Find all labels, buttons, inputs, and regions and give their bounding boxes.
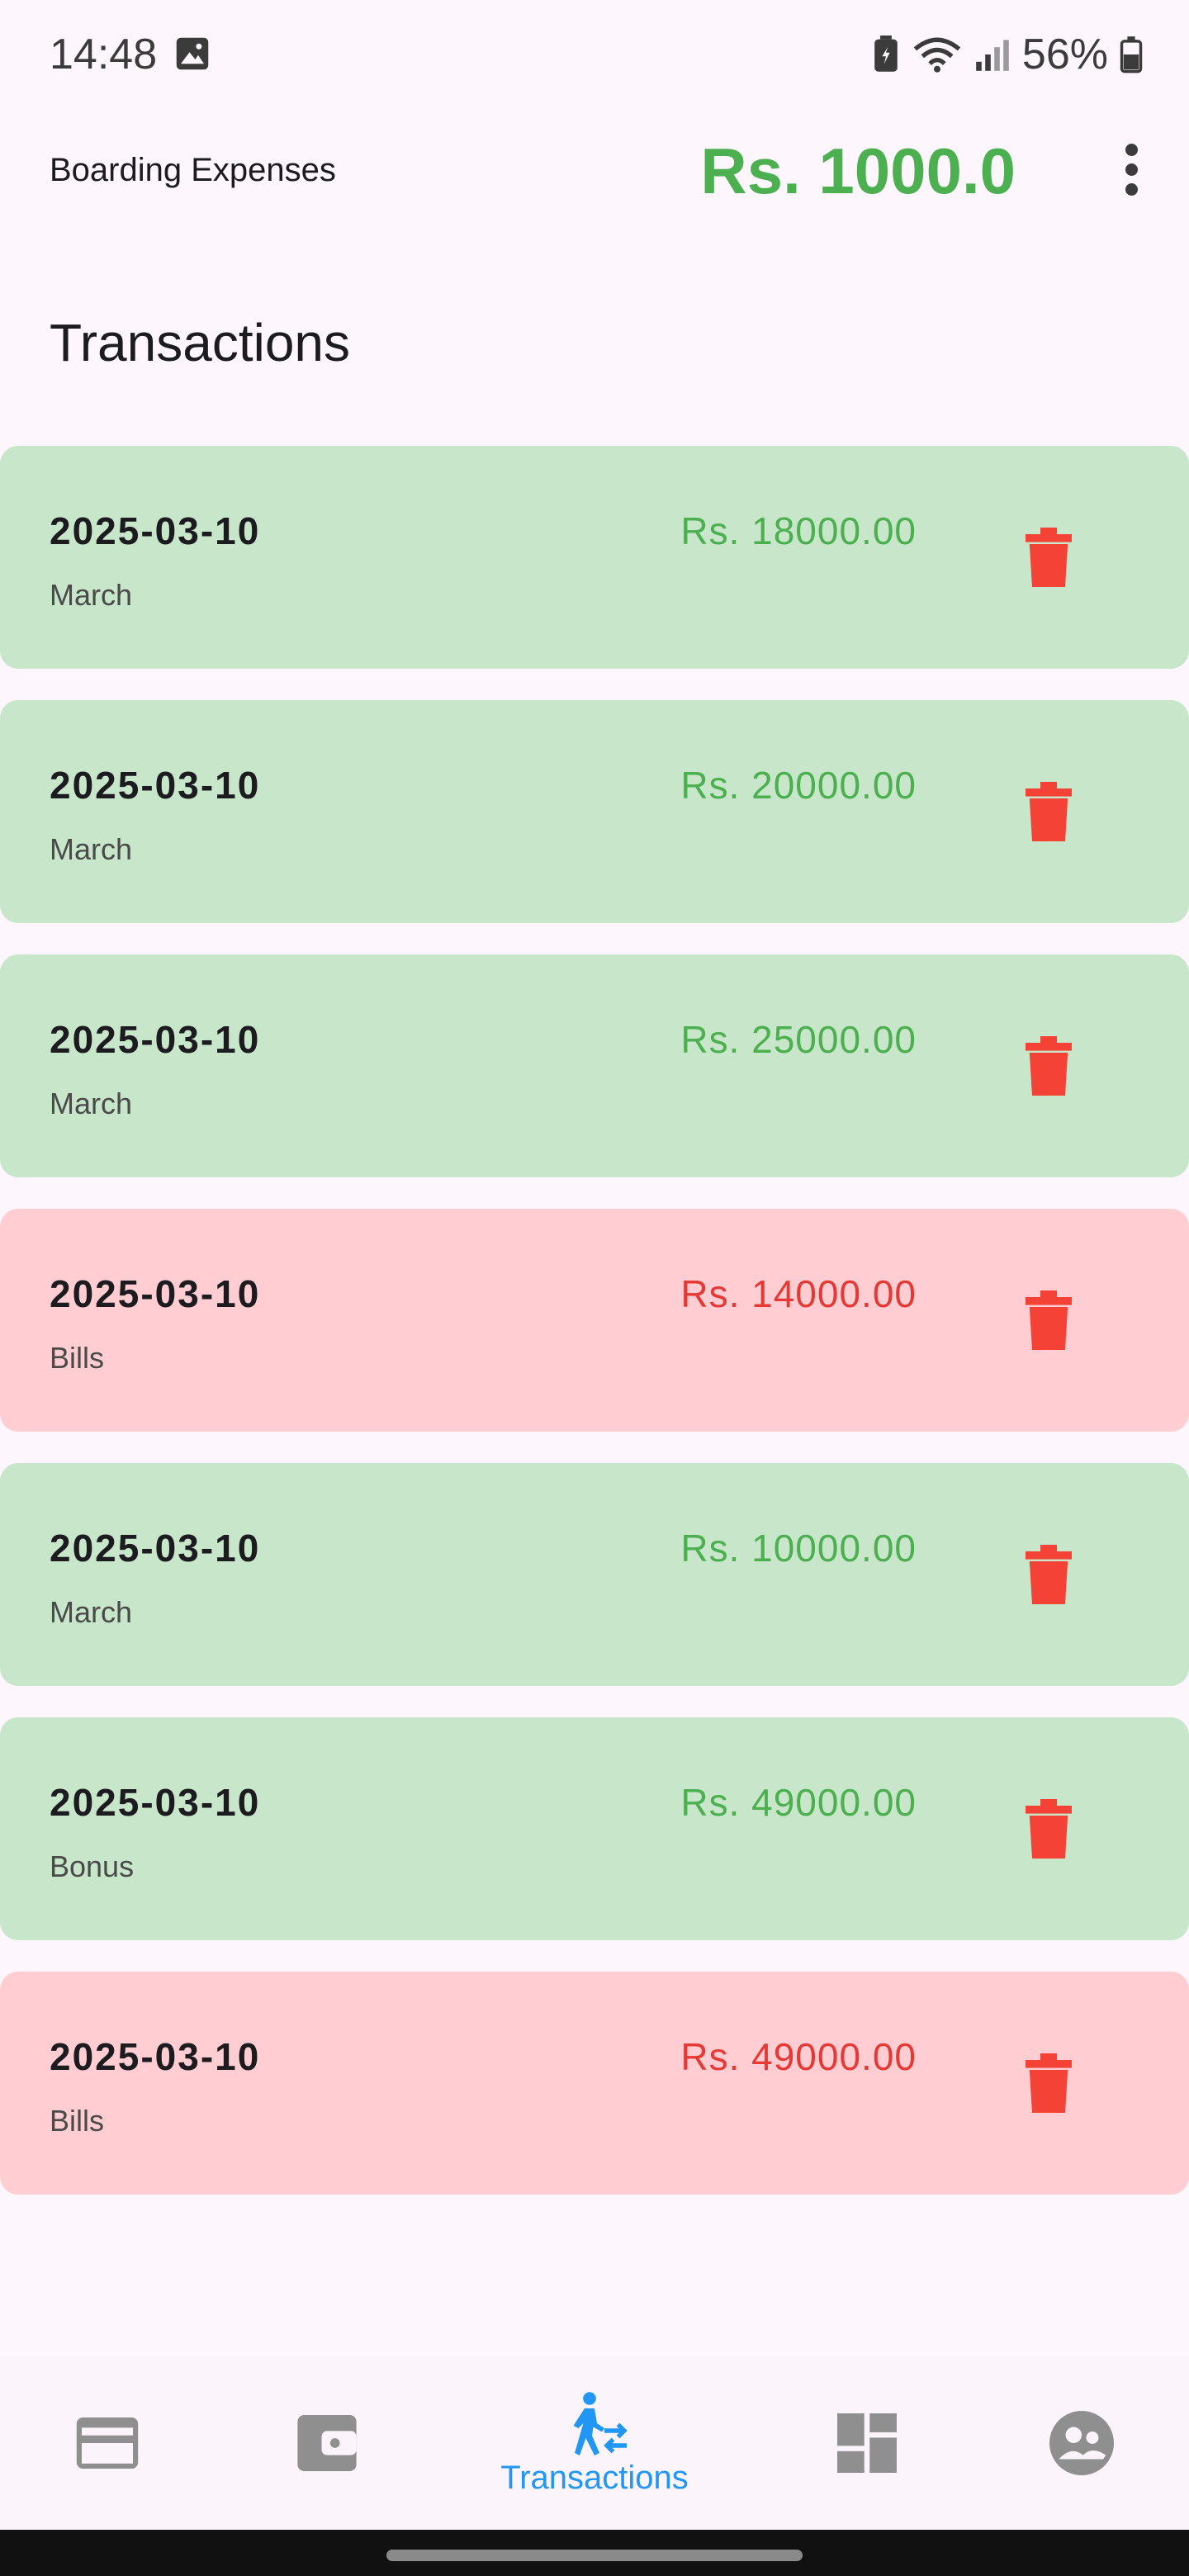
trash-icon xyxy=(1026,528,1072,587)
nav-item-transactions[interactable]: Transactions xyxy=(471,2356,718,2530)
transaction-date: 2025-03-10 xyxy=(50,509,261,552)
transaction-card[interactable]: 2025-03-10 Bonus Rs. 49000.00 xyxy=(0,1717,1189,1940)
transaction-amount: Rs. 14000.00 xyxy=(680,1272,917,1315)
transaction-list: 2025-03-10 March Rs. 18000.00 2025-03-10… xyxy=(0,446,1189,2226)
transaction-category: March xyxy=(50,578,133,612)
transactions-icon xyxy=(573,2391,628,2455)
transaction-category: Bills xyxy=(50,1341,105,1375)
delete-button[interactable] xyxy=(1016,1541,1082,1608)
app-bar: Boarding Expenses Rs. 1000.0 xyxy=(0,116,1189,223)
transaction-date: 2025-03-10 xyxy=(50,2035,261,2078)
credit-card-icon xyxy=(76,2417,139,2469)
more-options-button[interactable] xyxy=(1098,132,1164,206)
battery-icon xyxy=(1120,36,1143,73)
delete-button[interactable] xyxy=(1016,524,1082,590)
trash-icon xyxy=(1026,2053,1072,2113)
delete-button[interactable] xyxy=(1016,1796,1082,1862)
transaction-date: 2025-03-10 xyxy=(50,1018,261,1061)
transaction-amount: Rs. 49000.00 xyxy=(680,1781,917,1824)
delete-button[interactable] xyxy=(1016,779,1082,845)
transaction-card[interactable]: 2025-03-10 March Rs. 18000.00 xyxy=(0,446,1189,669)
trash-icon xyxy=(1026,1036,1072,1096)
transaction-amount: Rs. 10000.00 xyxy=(680,1527,917,1570)
delete-button[interactable] xyxy=(1016,1033,1082,1099)
transaction-category: Bills xyxy=(50,2104,105,2138)
nav-item-cards[interactable] xyxy=(50,2356,165,2530)
transaction-category: Bonus xyxy=(50,1849,135,1883)
transaction-date: 2025-03-10 xyxy=(50,1527,261,1570)
status-bar: 14:48 56% xyxy=(0,0,1189,112)
image-notification-icon xyxy=(176,37,209,70)
home-indicator[interactable] xyxy=(386,2550,803,2561)
battery-saver-icon xyxy=(874,36,898,72)
transaction-card[interactable]: 2025-03-10 March Rs. 20000.00 xyxy=(0,700,1189,923)
trash-icon xyxy=(1026,1545,1072,1604)
transaction-date: 2025-03-10 xyxy=(50,1781,261,1824)
transaction-date: 2025-03-10 xyxy=(50,1272,261,1315)
gesture-nav-area xyxy=(0,2530,1189,2576)
transaction-amount: Rs. 25000.00 xyxy=(680,1018,917,1061)
transaction-card[interactable]: 2025-03-10 Bills Rs. 49000.00 xyxy=(0,1972,1189,2195)
more-vert-icon xyxy=(1125,143,1138,156)
transaction-category: March xyxy=(50,1087,133,1120)
app-title: Boarding Expenses xyxy=(50,152,336,188)
wallet-icon xyxy=(297,2415,357,2471)
nav-item-dashboard[interactable] xyxy=(809,2356,925,2530)
trash-icon xyxy=(1026,782,1072,841)
account-icon xyxy=(1049,2411,1114,2475)
battery-percent: 56% xyxy=(1021,31,1108,78)
transaction-card[interactable]: 2025-03-10 Bills Rs. 14000.00 xyxy=(0,1209,1189,1432)
nav-item-account[interactable] xyxy=(1024,2356,1139,2530)
transaction-amount: Rs. 20000.00 xyxy=(680,764,917,807)
nav-item-wallet[interactable] xyxy=(269,2356,385,2530)
wifi-icon xyxy=(913,37,961,73)
signal-icon xyxy=(976,40,1009,71)
transaction-category: March xyxy=(50,832,133,866)
transaction-category: March xyxy=(50,1595,133,1629)
delete-button[interactable] xyxy=(1016,2050,1082,2116)
delete-button[interactable] xyxy=(1016,1287,1082,1353)
transaction-card[interactable]: 2025-03-10 March Rs. 10000.00 xyxy=(0,1463,1189,1686)
transaction-amount: Rs. 18000.00 xyxy=(680,509,917,552)
page-title: Transactions xyxy=(50,313,350,372)
dashboard-icon xyxy=(837,2413,897,2473)
bottom-navigation: Transactions xyxy=(0,2356,1189,2530)
transaction-amount: Rs. 49000.00 xyxy=(680,2035,917,2078)
status-time: 14:48 xyxy=(50,31,158,78)
transaction-card[interactable]: 2025-03-10 March Rs. 25000.00 xyxy=(0,954,1189,1177)
status-icons: 56% xyxy=(872,30,1143,79)
trash-icon xyxy=(1026,1290,1072,1350)
balance-amount: Rs. 1000.0 xyxy=(700,135,1016,207)
nav-label-transactions: Transactions xyxy=(500,2459,689,2496)
transaction-date: 2025-03-10 xyxy=(50,764,261,807)
trash-icon xyxy=(1026,1799,1072,1859)
